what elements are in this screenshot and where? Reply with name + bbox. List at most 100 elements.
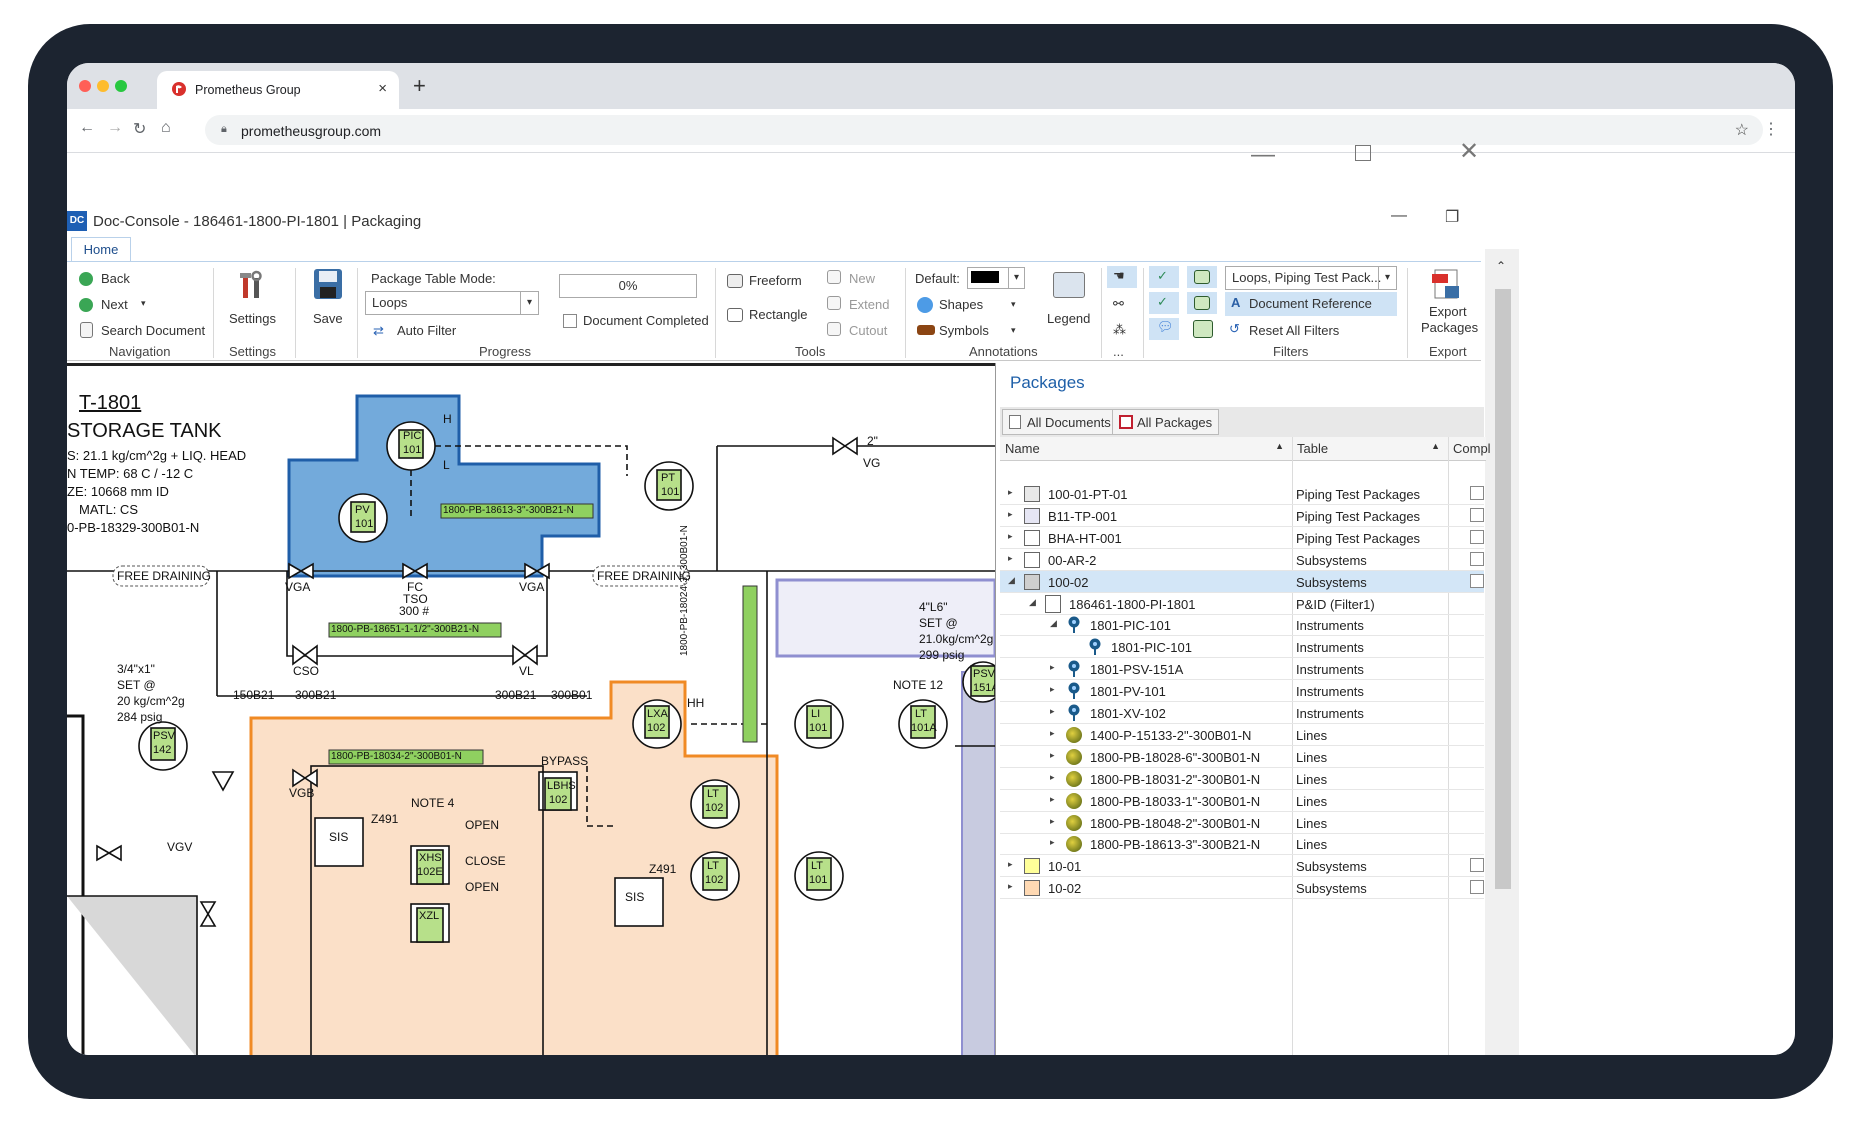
- lt-tag[interactable]: LT: [915, 708, 927, 720]
- browser-menu-icon[interactable]: ⋮: [1763, 119, 1779, 139]
- app-restore-icon[interactable]: ❐: [1445, 207, 1459, 227]
- lbhs-tag[interactable]: LBHS: [547, 780, 576, 792]
- home-icon[interactable]: ⌂: [161, 119, 171, 137]
- next-dropdown-icon[interactable]: ▾: [141, 298, 146, 309]
- pic-tag[interactable]: PIC: [403, 430, 421, 442]
- package-row[interactable]: ▸1801-PSV-151AInstruments: [1000, 658, 1484, 680]
- scroll-thumb[interactable]: [1495, 289, 1511, 889]
- package-row[interactable]: ▸1801-XV-102Instruments: [1000, 702, 1484, 724]
- package-row[interactable]: ◢1801-PIC-101Instruments: [1000, 614, 1484, 636]
- package-row[interactable]: ▸10-01Subsystems: [1000, 855, 1484, 877]
- app-minimize-icon[interactable]: —: [1391, 207, 1407, 225]
- pid-drawing[interactable]: T-1801 STORAGE TANK S: 21.1 kg/cm^2g + L…: [67, 363, 995, 1055]
- package-row[interactable]: ▸1400-P-15133-2"-300B01-NLines: [1000, 724, 1484, 746]
- pt-tag[interactable]: PT: [661, 472, 675, 484]
- xhs-tag[interactable]: XHS: [419, 852, 442, 864]
- expand-icon[interactable]: ▸: [1008, 531, 1013, 542]
- collapse-icon[interactable]: ◢: [1050, 618, 1057, 629]
- scroll-up-icon[interactable]: ⌃: [1496, 259, 1506, 273]
- image-filter-icon[interactable]: [1194, 296, 1210, 310]
- reset-all-filters-button[interactable]: Reset All Filters: [1249, 323, 1339, 338]
- shapes-button[interactable]: Shapes: [939, 297, 983, 312]
- reload-icon[interactable]: ↻: [133, 119, 146, 139]
- tab-all-documents[interactable]: All Documents: [1002, 409, 1118, 435]
- expand-icon[interactable]: ▸: [1008, 509, 1013, 520]
- maximize-icon[interactable]: [1355, 145, 1371, 161]
- forward-arrow-icon[interactable]: →: [107, 119, 123, 137]
- package-row[interactable]: 1801-PIC-101Instruments: [1000, 636, 1484, 658]
- network-icon[interactable]: ⁂: [1113, 322, 1126, 338]
- package-row[interactable]: ◢186461-1800-PI-1801P&ID (Filter1): [1000, 593, 1484, 615]
- export-packages-line2[interactable]: Packages: [1421, 320, 1478, 335]
- completed-checkbox[interactable]: [1470, 574, 1484, 588]
- expand-icon[interactable]: ▸: [1050, 728, 1055, 739]
- symbols-button[interactable]: Symbols: [939, 323, 989, 338]
- save-button[interactable]: Save: [313, 311, 343, 326]
- filter-select[interactable]: Loops, Piping Test Pack... ▾: [1225, 266, 1397, 290]
- document-reference-button[interactable]: Document Reference: [1249, 296, 1372, 311]
- completed-checkbox[interactable]: [1470, 508, 1484, 522]
- package-row[interactable]: ▸1800-PB-18031-2"-300B01-NLines: [1000, 768, 1484, 790]
- maximize-window-dot[interactable]: [115, 80, 127, 92]
- package-row[interactable]: ▸1800-PB-18613-3"-300B21-NLines: [1000, 833, 1484, 855]
- browser-tab[interactable]: Prometheus Group ×: [157, 71, 399, 109]
- completed-checkbox[interactable]: [1470, 858, 1484, 872]
- expand-icon[interactable]: ▸: [1050, 772, 1055, 783]
- close-window-dot[interactable]: [79, 80, 91, 92]
- expand-icon[interactable]: ▸: [1050, 750, 1055, 761]
- tab-close-icon[interactable]: ×: [378, 80, 387, 97]
- freeform-button[interactable]: Freeform: [749, 273, 802, 288]
- comment-icon[interactable]: 💬︎: [1157, 319, 1174, 335]
- li-tag[interactable]: LI: [811, 708, 820, 720]
- line-tag-18651[interactable]: 1800-PB-18651-1-1/2"-300B21-N: [331, 624, 479, 635]
- completed-checkbox[interactable]: [1470, 880, 1484, 894]
- psv151-tag[interactable]: PSV: [973, 668, 995, 680]
- settings-button[interactable]: Settings: [229, 311, 276, 326]
- omnibox[interactable]: 🔒︎ prometheusgroup.com ☆: [205, 115, 1763, 145]
- column-header-table[interactable]: Table ▲: [1292, 437, 1448, 461]
- expand-icon[interactable]: ▸: [1008, 553, 1013, 564]
- xzl-tag[interactable]: XZL: [419, 910, 439, 922]
- tab-home[interactable]: Home: [71, 237, 131, 263]
- lt-tag[interactable]: LT: [811, 860, 823, 872]
- check-icon[interactable]: ✓: [1157, 268, 1168, 284]
- check-icon[interactable]: ✓: [1157, 294, 1168, 310]
- line-tag-18034[interactable]: 1800-PB-18034-2"-300B01-N: [331, 751, 462, 762]
- image-filter-icon[interactable]: [1194, 270, 1210, 284]
- extend-button[interactable]: Extend: [849, 297, 889, 312]
- completed-checkbox[interactable]: [1470, 552, 1484, 566]
- expand-icon[interactable]: ▸: [1050, 684, 1055, 695]
- expand-icon[interactable]: ▸: [1050, 706, 1055, 717]
- package-row[interactable]: ▸1800-PB-18048-2"-300B01-NLines: [1000, 812, 1484, 834]
- new-button[interactable]: New: [849, 271, 875, 286]
- new-tab-button[interactable]: +: [413, 73, 426, 99]
- package-row[interactable]: ▸B11-TP-001Piping Test Packages: [1000, 505, 1484, 527]
- expand-icon[interactable]: ▸: [1050, 816, 1055, 827]
- completed-checkbox[interactable]: [1470, 530, 1484, 544]
- expand-icon[interactable]: ▸: [1008, 881, 1013, 892]
- package-row[interactable]: ▸1800-PB-18028-6"-300B01-NLines: [1000, 746, 1484, 768]
- package-row[interactable]: ▸1800-PB-18033-1"-300B01-NLines: [1000, 790, 1484, 812]
- lt-tag[interactable]: LT: [707, 860, 719, 872]
- cutout-button[interactable]: Cutout: [849, 323, 887, 338]
- default-color-picker[interactable]: ▾: [967, 267, 1025, 289]
- back-button[interactable]: Back: [101, 271, 130, 286]
- package-row[interactable]: ▸100-01-PT-01Piping Test Packages: [1000, 483, 1484, 505]
- package-row[interactable]: ▸BHA-HT-001Piping Test Packages: [1000, 527, 1484, 549]
- column-header-name[interactable]: Name ▲: [1000, 437, 1292, 461]
- export-packages-line1[interactable]: Export: [1429, 304, 1467, 319]
- pv-tag[interactable]: PV: [355, 504, 370, 516]
- image-filter-icon[interactable]: [1193, 320, 1213, 338]
- link-icon[interactable]: ⚯: [1113, 296, 1124, 312]
- expand-icon[interactable]: ▸: [1008, 859, 1013, 870]
- close-icon[interactable]: ✕: [1459, 137, 1479, 166]
- completed-checkbox[interactable]: [1470, 486, 1484, 500]
- rectangle-button[interactable]: Rectangle: [749, 307, 808, 322]
- vertical-scrollbar[interactable]: ⌃: [1485, 249, 1519, 1055]
- document-completed-checkbox[interactable]: [563, 314, 577, 328]
- line-tag-18024[interactable]: 1800-PB-18024-3"-300B01-N: [679, 525, 690, 656]
- package-row[interactable]: ▸1801-PV-101Instruments: [1000, 680, 1484, 702]
- collapse-icon[interactable]: ◢: [1029, 597, 1036, 608]
- search-document-button[interactable]: Search Document: [101, 323, 205, 338]
- auto-filter-button[interactable]: Auto Filter: [397, 323, 456, 338]
